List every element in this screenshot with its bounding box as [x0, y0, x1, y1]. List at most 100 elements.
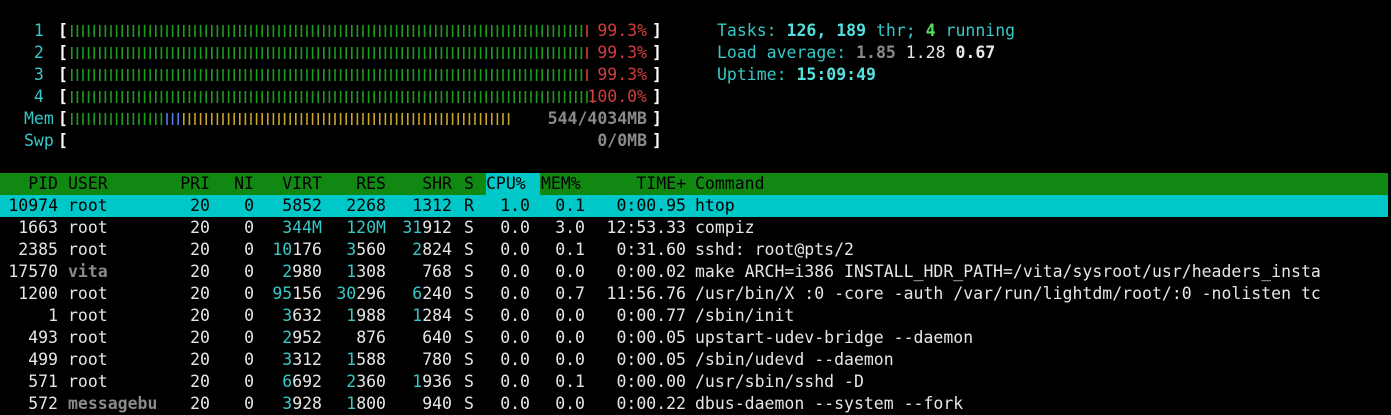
cpu-meter-1-bar-tick [71, 25, 73, 37]
cell-time: 0:00.05 [616, 350, 686, 369]
cell-res-low: 988 [356, 306, 386, 325]
cell-shr: 640 [422, 328, 452, 347]
cpu-meter-3-bar-tick [205, 69, 207, 81]
header-command[interactable]: Command [695, 173, 765, 195]
header-virt[interactable]: VIRT [262, 173, 322, 195]
cell-res: 2268 [324, 195, 386, 217]
table-row[interactable]: 1 root 20 0 3632 1988 1284 S 0.0 0.0 0:00.77/sbin/… [0, 305, 1388, 327]
cell-pri: 20 [190, 328, 210, 347]
cpu-meter-2-bar-tick [496, 47, 499, 59]
cpu-meter-3-bar-tick [115, 69, 118, 81]
header-state[interactable]: S [460, 173, 478, 195]
cpu-meter-2-bar-tick [384, 47, 387, 59]
header-res[interactable]: RES [324, 173, 386, 195]
table-row[interactable]: 1200 root 20 0 95156 30296 6240 S 0.0 0.7 11:56.76… [0, 283, 1388, 305]
cpu-meter-1-bar-tick [530, 25, 532, 37]
cell-cpu: 0.0 [500, 394, 530, 413]
cell-shr-high: 1 [412, 306, 423, 325]
cpu-meter-2-bar-tick [82, 47, 84, 59]
cpu-meter-4-bar-tick [71, 91, 73, 103]
table-row[interactable]: 2385 root 20 0 10176 3560 2824 S 0.0 0.1 0:31.60 ss… [0, 239, 1388, 261]
header-mem[interactable]: MEM% [541, 173, 581, 195]
mem-meter-bar-tick [457, 113, 459, 125]
cpu-meter-4-bar-tick [334, 91, 336, 103]
header-shr[interactable]: SHR [390, 173, 452, 195]
cpu-meter-1-bar-tick [401, 25, 403, 37]
cpu-meter-3-bar-tick [283, 69, 286, 81]
cpu-meter-2-bar-tick [149, 47, 151, 59]
cpu-meter-2-bar-tick [171, 47, 174, 59]
cell-virt: 2952 [262, 327, 322, 349]
table-row[interactable]: 493 root 20 0 2952 876 640 S 0.0 0.0 0:00.05 upstar… [0, 327, 1388, 349]
cpu-meter-1-bar-tick [311, 25, 314, 37]
cpu-meter-1-label: 1 [24, 21, 44, 40]
cpu-meter-2-bar-tick [222, 47, 224, 59]
cell-time: 0:00.02 [616, 262, 686, 281]
cell-s: S [464, 394, 474, 413]
cpu-meter-3-bar-tick [289, 69, 291, 81]
cpu-meter-3-bar-tick [300, 69, 303, 81]
cell-mem: 0.1 [555, 240, 585, 259]
header-ni[interactable]: NI [220, 173, 254, 195]
cpu-meter-4-bar-tick [429, 91, 431, 103]
cpu-meter-1-bar-tick [211, 25, 213, 37]
cpu-meter-2-bar-tick [440, 47, 443, 59]
table-row-selected[interactable]: 10974 root 20 0 5852 2268 1312 R 1.0 0.1 0:00.95 ht… [0, 195, 1388, 217]
table-row[interactable]: 571 root 20 0 6692 2360 1936 S 0.0 0.1 0:00.00/usr… [0, 371, 1388, 393]
cpu-meter-3-bar-tick [171, 69, 174, 81]
cpu-meter-2-bar-tick [569, 47, 571, 59]
cpu-meter-1-bar-tick [362, 25, 364, 37]
cpu-meter-4-bar-tick [468, 91, 471, 103]
mem-meter: Mem[] 544/4034MB [20, 108, 665, 130]
table-row[interactable]: 499 root 20 0 3312 1588 780 S 0.0 0.0 0:00.05/sbin… [0, 349, 1388, 371]
process-table-header[interactable]: PID USER PRI NI VIRT RES SHR S CPU% MEM%… [0, 173, 1388, 195]
cpu-meter-3-bar-tick [547, 69, 549, 81]
cpu-meter-1-bar-tick [407, 25, 409, 37]
table-row[interactable]: 17570 vita 20 0 2980 1308 768 S 0.0 0.0 0:00.02 mak… [0, 261, 1388, 283]
swap-meter-label: Swp [24, 131, 54, 150]
cell-shr: 31912 [390, 217, 452, 239]
cpu-meter-2-bar-tick [575, 47, 577, 59]
cell-cpu: 0.0 [500, 306, 530, 325]
mem-meter-label: Mem [24, 109, 54, 128]
cpu-meter-2-bar-tick [373, 47, 375, 59]
cpu-meter-1-bar-tick [295, 25, 297, 37]
cpu-meter-3-bar-tick [177, 69, 179, 81]
header-time[interactable]: TIME+ [600, 173, 686, 195]
uptime-line: Uptime: 15:09:49 [717, 65, 876, 84]
cpu-meter-3-bar-tick [155, 69, 157, 81]
cpu-meter-3-bar-tick [227, 69, 230, 81]
cell-time: 0:00.05 [616, 328, 686, 347]
cpu-meter-2-bar-tick [306, 47, 308, 59]
cpu-meter-3-bar-tick [446, 69, 448, 81]
mem-meter-bar-tick [239, 113, 241, 125]
cell-shr-low: 284 [422, 306, 452, 325]
header-user[interactable]: USER [68, 173, 108, 195]
cpu-meter-2-bar-tick [345, 47, 347, 59]
table-row[interactable]: 572 messagebu 20 0 3928 1800 940 S 0.0 0.0 0:00.22… [0, 393, 1388, 415]
cpu-meter-1-bar-tick [188, 25, 191, 37]
cell-virt: 2980 [262, 261, 322, 283]
cpu-meter-4-bar-tick [143, 91, 146, 103]
cpu-meter-4-bar-tick [563, 91, 566, 103]
cpu-meter-4-bar-tick [345, 91, 347, 103]
header-pid[interactable]: PID [0, 173, 58, 195]
cpu-meter-2-bar-tick [519, 47, 521, 59]
mem-meter-bar-tick [138, 113, 140, 125]
cell-virt-high: 2 [282, 328, 293, 347]
cell-res-high: 120M [346, 218, 386, 237]
cpu-meter-4-bar-tick [160, 91, 163, 103]
cpu-meter-4-bar-tick [149, 91, 151, 103]
cell-virt-high: 2 [282, 262, 293, 281]
cpu-meter-3-bar-tick [82, 69, 84, 81]
cpu-meter-2-bar-tick [412, 47, 415, 59]
cpu-meter-1: 1 [] 99.3% [20, 20, 665, 42]
cpu-meter-4-bar-tick [104, 91, 107, 103]
header-cpu-sorted[interactable]: CPU% [486, 173, 540, 195]
table-row[interactable]: 1663 root 20 0 344M 120M 31912 S 0.0 3.0 12:53.33 c… [0, 217, 1388, 239]
cell-shr: 1284 [390, 305, 452, 327]
cpu-meter-1-bar-tick [121, 25, 123, 37]
header-pri[interactable]: PRI [160, 173, 210, 195]
cell-ni: 0 [244, 372, 254, 391]
cpu-meter-4-bar-tick [519, 91, 521, 103]
